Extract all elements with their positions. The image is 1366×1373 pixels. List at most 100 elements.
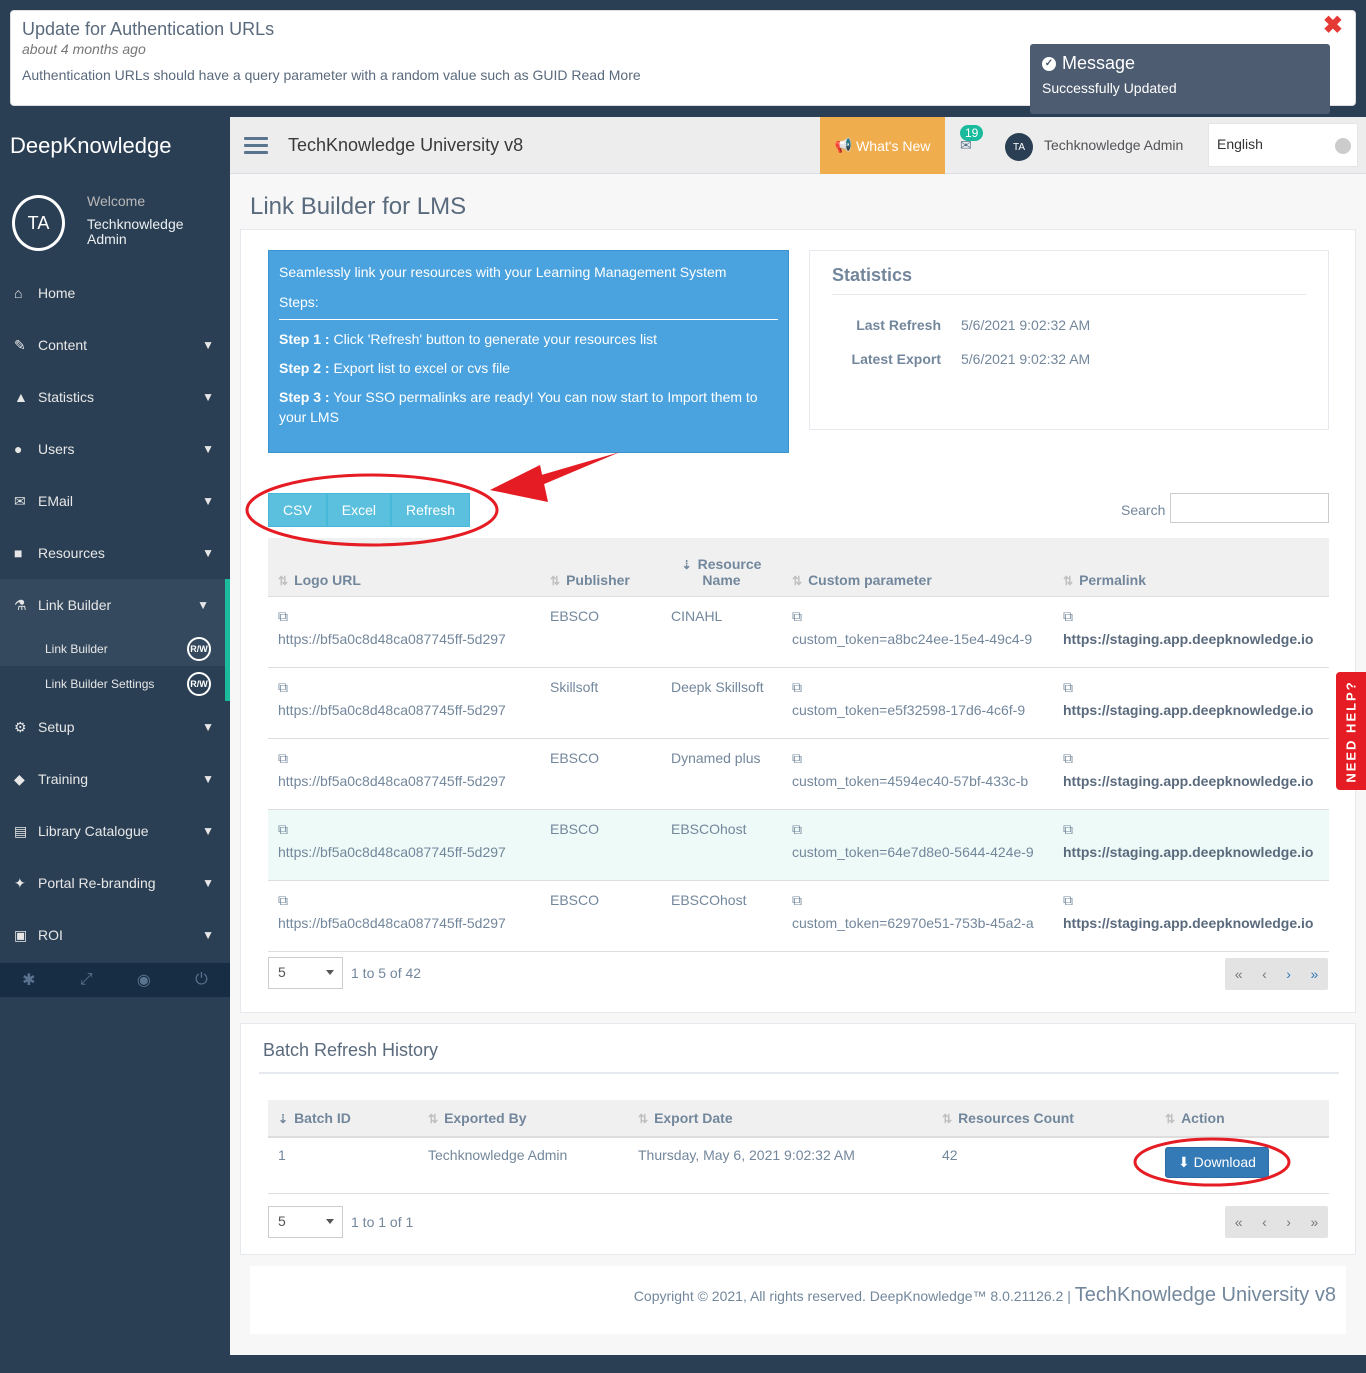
sort-icon: ⇅ [792,573,803,588]
sort-desc-icon: ⇣ [278,1112,289,1126]
chevron-down-icon: ▼ [202,720,214,734]
sidebar: DeepKnowledge TA Welcome Techknowledge A… [0,117,230,1373]
fullscreen-icon[interactable]: ⤢ [80,971,93,989]
sidebar-item-home[interactable]: ⌂ Home [0,267,230,319]
bullhorn-icon: 📢 [834,137,853,153]
globe-icon [1335,138,1351,154]
sub-item-link-builder[interactable]: Link Builder R/W [0,631,225,666]
toast-title: Message [1062,53,1136,73]
copyright-text: Copyright © 2021, All rights reserved. D… [633,1288,1071,1304]
prev-page-icon[interactable]: ‹ [1262,966,1267,982]
col-publisher[interactable]: ⇅ Publisher [540,538,661,597]
download-button[interactable]: ⬇ Download [1165,1147,1269,1178]
envelope-icon: ✉ [14,492,26,509]
stat-latest-export: Latest Export 5/6/2021 9:02:32 AM [851,351,1091,367]
profile-name: Techknowledge Admin [87,216,184,247]
language-select[interactable]: English [1208,123,1358,167]
copy-icon[interactable]: ⧉ [792,889,1043,912]
book-icon: ▤ [14,822,28,839]
pagination: « ‹ › » [1225,958,1328,990]
col-action[interactable]: ⇅ Action [1155,1100,1329,1138]
steps-label: Steps: [279,292,778,320]
sidebar-item-resources[interactable]: ■ Resources ▼ [0,527,230,579]
download-icon: ⬇ [1178,1154,1190,1170]
sidebar-item-setup[interactable]: ⚙ Setup ▼ [0,701,230,753]
col-resource-name[interactable]: ⇣ Resource Name [661,538,782,597]
need-help-tab[interactable]: NEED HELP? [1336,672,1366,790]
copy-icon[interactable]: ⧉ [792,676,1043,699]
bug-icon[interactable]: ✱ [22,970,35,990]
area-chart-icon: ▲ [14,389,28,405]
sidebar-item-link-builder[interactable]: ⚗ Link Builder ▼ [0,579,230,631]
links-table: ⇅ Logo URL ⇅ Publisher ⇣ Resource Name ⇅ Cus… [268,538,1329,952]
whats-new-button[interactable]: 📢 What's New [820,117,945,174]
sidebar-item-training[interactable]: ◆ Training ▼ [0,753,230,805]
chevron-down-icon: ▼ [202,546,214,560]
sidebar-item-roi[interactable]: ▣ ROI ▼ [0,909,230,961]
refresh-button[interactable]: Refresh [391,493,471,527]
copy-icon[interactable]: ⧉ [792,747,1043,770]
menu-toggle-icon[interactable] [244,133,268,158]
link-builder-submenu: Link Builder R/W Link Builder Settings R/W [0,631,230,701]
sidebar-item-portal-rebranding[interactable]: ✦ Portal Re-branding ▼ [0,857,230,909]
sidebar-item-library-catalogue[interactable]: ▤ Library Catalogue ▼ [0,805,230,857]
flask-icon: ⚗ [14,596,27,613]
close-icon[interactable]: ✖ [1323,11,1343,40]
col-logo-url[interactable]: ⇅ Logo URL [268,538,540,597]
copy-icon[interactable]: ⧉ [278,747,530,770]
top-nav: TechKnowledge University v8 📢 What's New … [230,117,1366,174]
step-1: Step 1 : Click 'Refresh' button to gener… [279,331,658,347]
last-page-icon[interactable]: » [1310,966,1318,982]
csv-button[interactable]: CSV [268,493,327,527]
profile: TA Welcome Techknowledge Admin [0,177,230,267]
brand-logo[interactable]: DeepKnowledge [0,117,230,177]
copy-icon[interactable]: ⧉ [1063,889,1319,912]
copy-icon[interactable]: ⧉ [1063,605,1319,628]
next-page-icon[interactable]: › [1286,1214,1291,1230]
user-avatar[interactable]: TA [1005,133,1033,161]
next-page-icon[interactable]: › [1286,966,1291,982]
excel-button[interactable]: Excel [326,493,392,527]
sidebar-item-users[interactable]: ● Users ▼ [0,423,230,475]
search-input[interactable] [1170,493,1329,523]
first-page-icon[interactable]: « [1235,1214,1243,1230]
copy-icon[interactable]: ⧉ [1063,818,1319,841]
copy-icon[interactable]: ⧉ [278,818,530,841]
page-size-select[interactable]: 5 [268,957,343,989]
sub-item-link-builder-settings[interactable]: Link Builder Settings R/W [0,666,225,701]
copy-icon[interactable]: ⧉ [278,605,530,628]
power-icon[interactable]: ⏻ [195,971,208,989]
page-size-select[interactable]: 5 [268,1206,343,1238]
col-resources-count[interactable]: ⇅ Resources Count [932,1100,1155,1138]
copy-icon[interactable]: ⧉ [792,605,1043,628]
eye-slash-icon[interactable]: ◉ [137,970,151,990]
col-export-date[interactable]: ⇅ Export Date [628,1100,932,1138]
caret-down-icon [326,970,334,975]
step-2: Step 2 : Export list to excel or cvs fil… [279,360,511,376]
instructions-box: Seamlessly link your resources with your… [268,250,789,453]
sidebar-item-email[interactable]: ✉ EMail ▼ [0,475,230,527]
col-batch-id[interactable]: ⇣ Batch ID [268,1100,418,1138]
col-exported-by[interactable]: ⇅ Exported By [418,1100,628,1138]
batch-table: ⇣ Batch ID ⇅ Exported By ⇅ Export Date ⇅ Res… [268,1100,1329,1194]
sidebar-item-content[interactable]: ✎ Content ▼ [0,319,230,371]
chevron-down-icon: ▼ [202,338,214,352]
first-page-icon[interactable]: « [1235,966,1243,982]
copy-icon[interactable]: ⧉ [278,889,530,912]
copy-icon[interactable]: ⧉ [1063,676,1319,699]
user-name[interactable]: Techknowledge Admin [1044,137,1183,153]
chevron-down-icon: ▼ [202,442,214,456]
copy-icon[interactable]: ⧉ [1063,747,1319,770]
prev-page-icon[interactable]: ‹ [1262,1214,1267,1230]
copy-icon[interactable]: ⧉ [792,818,1043,841]
footer: Copyright © 2021, All rights reserved. D… [250,1266,1346,1334]
copy-icon[interactable]: ⧉ [278,676,530,699]
table-row: ⧉ https://bf5a0c8d48ca087745ff-5d297 EBSC… [268,880,1329,952]
last-page-icon[interactable]: » [1310,1214,1318,1230]
sidebar-item-statistics[interactable]: ▲ Statistics ▼ [0,371,230,423]
magic-icon: ✦ [14,874,26,891]
col-custom-parameter[interactable]: ⇅ Custom parameter [782,538,1053,597]
col-permalink[interactable]: ⇅ Permalink [1053,538,1329,597]
chevron-down-icon: ▼ [197,598,209,612]
sort-icon: ⇅ [278,573,289,588]
